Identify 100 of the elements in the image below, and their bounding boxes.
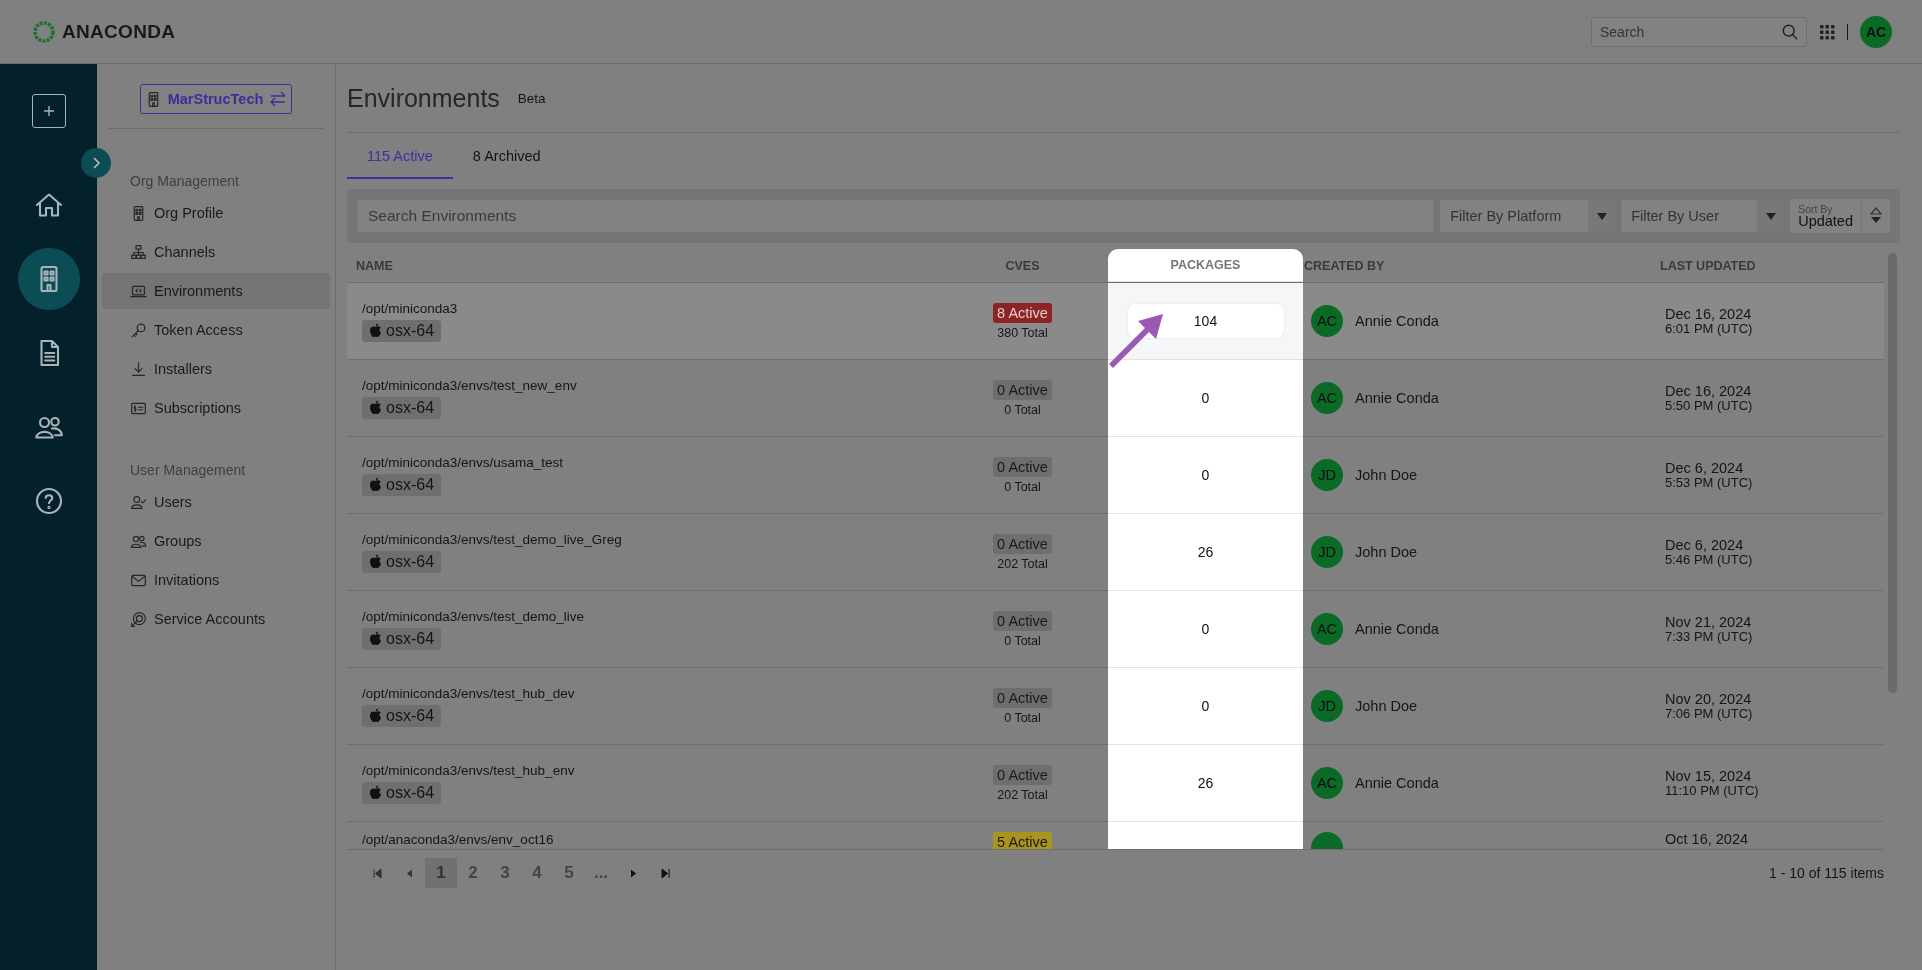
platform-filter-dropdown[interactable]: Filter By Platform	[1440, 200, 1616, 232]
help-icon	[33, 486, 64, 516]
section-heading: User Management	[129, 462, 247, 478]
table-row[interactable]: /opt/miniconda3/envs/test_hub_env osx-64 0 Active 202 Total 26 AC Annie Conda Nov 15, 2024 11:10 PM (UTC)	[347, 745, 1884, 822]
user-avatar[interactable]: AC	[1860, 15, 1892, 48]
pagination-summary: 1 - 10 of 115 items	[1769, 865, 1884, 881]
updated-date: Dec 16, 2024	[1665, 306, 1752, 322]
user-avatar: JD	[1311, 459, 1343, 491]
table-row[interactable]: /opt/miniconda3/envs/usama_test osx-64 0 Active 0 Total 0 JD John Doe Dec 6, 2024 5:53 PM (UTC)	[347, 437, 1884, 514]
more-pages-button[interactable]: ...	[585, 858, 617, 888]
sidebar-item[interactable]: Service Accounts	[102, 601, 330, 637]
add-button[interactable]	[31, 94, 66, 128]
cve-count-badge: 0 Active	[993, 764, 1052, 785]
platform-tag: osx-64	[362, 396, 442, 419]
platform-tag: osx-64	[362, 781, 442, 804]
column-header: NAME	[355, 257, 394, 275]
table-row[interactable]: /opt/miniconda3/envs/test_hub_dev osx-64 0 Active 0 Total 0 JD John Doe Nov 20, 2024 7:06 PM (UTC)	[347, 668, 1884, 745]
updated-date: Dec 6, 2024	[1665, 460, 1744, 476]
updated-time: 5:50 PM (UTC)	[1665, 398, 1753, 413]
cve-total: 0 Total	[1004, 633, 1041, 648]
last-page-icon	[660, 868, 670, 878]
user-avatar: AC	[1311, 613, 1343, 645]
table-row[interactable]: /opt/anaconda3/envs/env_oct16 5 Active Oct 16, 2024	[347, 822, 1884, 849]
sort-icon	[1870, 207, 1882, 225]
apple-icon	[369, 400, 382, 415]
apple-icon	[369, 323, 382, 338]
updated-date: Nov 15, 2024	[1665, 768, 1752, 784]
apple-icon	[369, 631, 382, 646]
network-icon	[130, 243, 147, 261]
first-page-icon	[372, 868, 382, 878]
table-row[interactable]: /opt/miniconda3 osx-64 8 Active 380 Total 104 AC Annie Conda Dec 16, 2024 6:01 PM (UTC)	[347, 283, 1884, 360]
package-count: 0	[1201, 467, 1210, 483]
user-avatar: AC	[1311, 305, 1343, 337]
search-field[interactable]: Search Environments	[357, 199, 1435, 233]
expand-button[interactable]	[81, 148, 111, 178]
package-count: 0	[1201, 698, 1210, 714]
column-header: LAST UPDATED	[1660, 257, 1757, 275]
sidebar-item[interactable]: Org Profile	[102, 195, 330, 231]
package-count: 0	[1201, 390, 1210, 406]
sidebar-item[interactable]: Users	[102, 484, 330, 520]
updated-date: Dec 16, 2024	[1665, 383, 1752, 399]
column-header: CREATED BY	[1303, 257, 1386, 275]
previous-icon	[405, 868, 413, 878]
cve-count-badge: 0 Active	[993, 379, 1052, 400]
creator-name: John Doe	[1355, 544, 1418, 560]
platform-tag: osx-64	[362, 704, 442, 727]
page-button[interactable]: 3	[489, 858, 521, 888]
org-switcher-button[interactable]: MarStrucTech	[140, 84, 292, 114]
caret-icon	[1596, 212, 1607, 220]
environment-name: /opt/miniconda3/envs/test_demo_live	[362, 608, 585, 624]
apple-icon	[369, 477, 382, 492]
package-count: 26	[1197, 775, 1214, 791]
page-button[interactable]: 2	[457, 858, 489, 888]
apple-icon	[369, 785, 382, 800]
apps-grid-icon[interactable]	[1819, 23, 1835, 40]
sort-dropdown[interactable]: Sort By Updated	[1790, 199, 1890, 233]
brand-name: ANACONDA	[62, 20, 176, 43]
caret-icon	[1765, 212, 1776, 220]
cve-count-badge: 8 Active	[993, 302, 1052, 323]
user-filter-dropdown[interactable]: Filter By User	[1621, 200, 1785, 232]
cve-total: 380 Total	[997, 325, 1048, 340]
sidebar-item[interactable]: Subscriptions	[102, 390, 330, 426]
user-avatar: JD	[1311, 690, 1343, 722]
cve-total: 0 Total	[1004, 479, 1041, 494]
table-row[interactable]: /opt/miniconda3/envs/test_demo_live osx-64 0 Active 0 Total 0 AC Annie Conda Nov 21, 2024 7:33 PM (UTC)	[347, 591, 1884, 668]
page-button[interactable]: 4	[521, 858, 553, 888]
sidebar-item[interactable]: Channels	[102, 234, 330, 270]
key-icon	[130, 321, 147, 339]
chevron-right-icon	[90, 156, 102, 170]
updated-date: Oct 16, 2024	[1665, 832, 1749, 848]
tab[interactable]: 115 Active	[347, 134, 453, 179]
tab[interactable]: 8 Archived	[452, 134, 561, 179]
sidebar-item[interactable]: Invitations	[102, 562, 330, 598]
sidebar-item[interactable]: Groups	[102, 523, 330, 559]
updated-time: 5:46 PM (UTC)	[1665, 552, 1753, 567]
column-header: CVES	[1004, 257, 1041, 275]
user-avatar: AC	[1311, 382, 1343, 414]
section-heading: Org Management	[129, 173, 240, 189]
apple-icon	[369, 554, 382, 569]
cve-count-badge: 0 Active	[993, 610, 1052, 631]
table-row[interactable]: /opt/miniconda3/envs/test_new_env osx-64 0 Active 0 Total 0 AC Annie Conda Dec 16, 2024 5:50 PM (UTC)	[347, 360, 1884, 437]
user-avatar: AC	[1311, 767, 1343, 799]
page-button[interactable]: 5	[553, 858, 585, 888]
page-button[interactable]: 1	[425, 858, 457, 888]
search-field[interactable]: Search	[1591, 16, 1807, 47]
package-count: 26	[1197, 544, 1214, 560]
sidebar-item[interactable]: Token Access	[102, 312, 330, 348]
creator-name: John Doe	[1355, 467, 1418, 483]
next-icon	[629, 868, 637, 878]
creator-name: Annie Conda	[1355, 621, 1439, 637]
platform-tag: osx-64	[362, 627, 442, 650]
cve-count-badge: 0 Active	[993, 687, 1052, 708]
environment-name: /opt/miniconda3	[362, 300, 458, 316]
cve-total: 202 Total	[997, 556, 1048, 571]
table-row[interactable]: /opt/miniconda3/envs/test_demo_live_Greg osx-64 0 Active 202 Total 26 JD John Doe Dec 6, 2024 5:46 PM (UTC)	[347, 514, 1884, 591]
sidebar-item[interactable]: Environments	[102, 273, 330, 309]
sidebar-item[interactable]: Installers	[102, 351, 330, 387]
cve-total: 202 Total	[997, 787, 1048, 802]
updated-time: 5:53 PM (UTC)	[1665, 475, 1753, 490]
platform-tag: osx-64	[362, 319, 442, 342]
